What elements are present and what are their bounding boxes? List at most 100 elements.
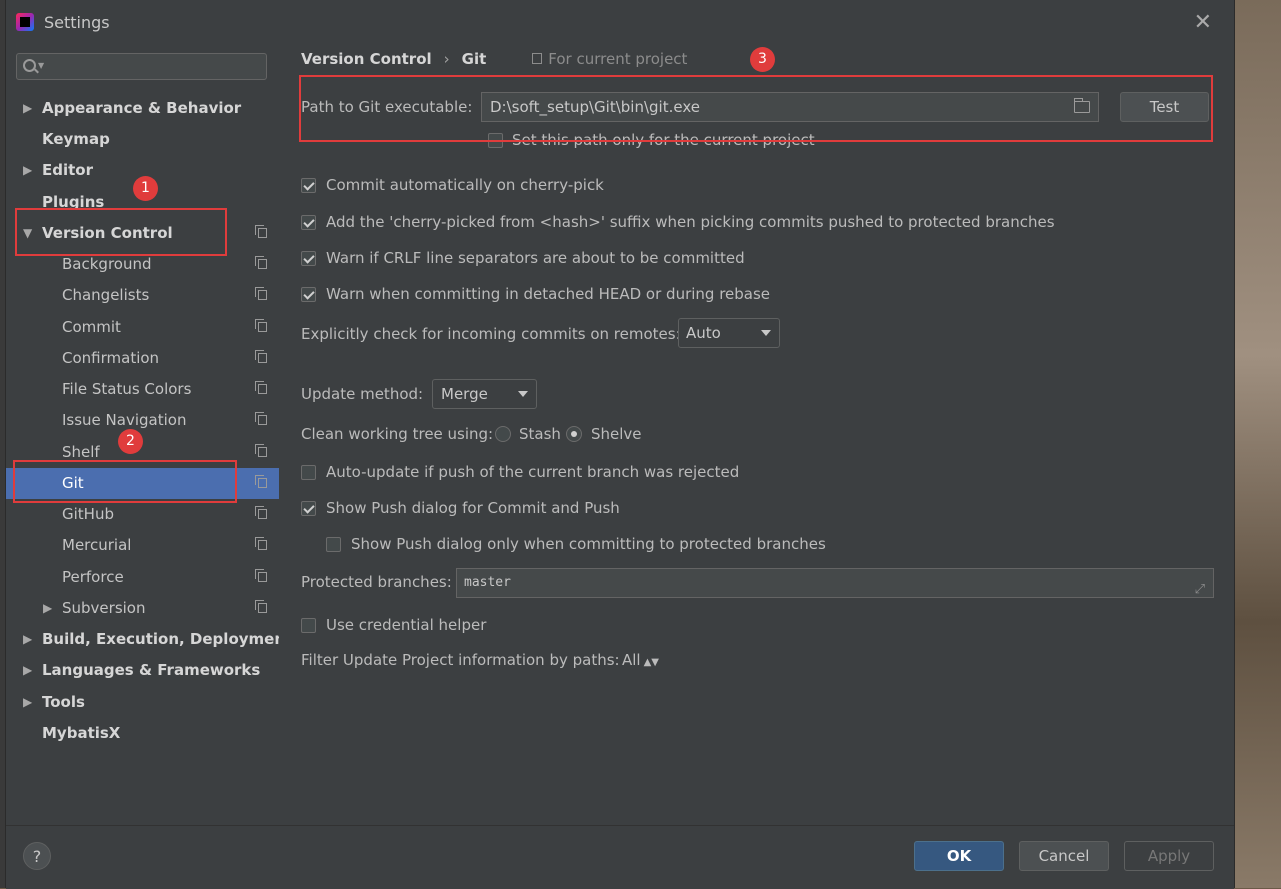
close-icon[interactable]: ✕ xyxy=(1194,10,1212,35)
warn-detached-label: Warn when committing in detached HEAD or… xyxy=(326,285,771,303)
sidebar-item-version-control[interactable]: ▼ Version Control xyxy=(6,218,279,249)
incoming-commits-value: Auto xyxy=(686,324,721,342)
sidebar-item-mercurial[interactable]: Mercurial xyxy=(6,530,279,561)
expand-arrow-icon[interactable]: ▶ xyxy=(23,687,32,718)
path-only-project-label: Set this path only for the current proje… xyxy=(512,131,815,149)
clean-tree-label: Clean working tree using: xyxy=(301,425,494,443)
test-button[interactable]: Test xyxy=(1120,92,1209,122)
warn-crlf-label: Warn if CRLF line separators are about t… xyxy=(326,249,745,267)
sidebar-item-tools[interactable]: ▶ Tools xyxy=(6,687,279,718)
update-method-label: Update method: xyxy=(301,385,424,403)
expand-arrow-icon[interactable]: ▶ xyxy=(23,655,32,686)
sidebar-item-label: MybatisX xyxy=(42,724,121,742)
project-scope-icon xyxy=(255,381,267,394)
intellij-app-icon xyxy=(16,13,34,31)
cancel-button[interactable]: Cancel xyxy=(1019,841,1109,871)
filter-paths-label: Filter Update Project information by pat… xyxy=(301,651,620,669)
sidebar-item-appearance[interactable]: ▶ Appearance & Behavior xyxy=(6,93,279,124)
project-scope-icon xyxy=(255,287,267,300)
project-scope-icon xyxy=(255,350,267,363)
sidebar-item-build[interactable]: ▶ Build, Execution, Deployment xyxy=(6,624,292,655)
sidebar-item-perforce[interactable]: Perforce xyxy=(6,562,279,593)
sidebar-item-label: Keymap xyxy=(42,130,110,148)
show-push-protected-checkbox[interactable] xyxy=(326,537,341,552)
sidebar-item-label: Shelf xyxy=(62,443,100,461)
show-push-checkbox[interactable] xyxy=(301,501,316,516)
help-button[interactable]: ? xyxy=(23,842,51,870)
stash-radio[interactable] xyxy=(495,426,511,442)
desktop-background xyxy=(1233,0,1281,888)
project-scope-icon xyxy=(255,600,267,613)
project-scope-icon xyxy=(255,506,267,519)
sort-updown-icon: ▲▼ xyxy=(643,657,659,668)
commit-auto-label: Commit automatically on cherry-pick xyxy=(326,176,604,194)
sidebar-item-label: Languages & Frameworks xyxy=(42,661,261,679)
sidebar-item-label: Tools xyxy=(42,693,85,711)
cherry-suffix-checkbox[interactable] xyxy=(301,215,316,230)
sidebar-item-git[interactable]: Git xyxy=(6,468,279,499)
sidebar-item-changelists[interactable]: Changelists xyxy=(6,280,279,311)
sidebar-item-confirmation[interactable]: Confirmation xyxy=(6,343,279,374)
ok-button[interactable]: OK xyxy=(914,841,1004,871)
commit-auto-checkbox[interactable] xyxy=(301,178,316,193)
expand-arrow-icon[interactable]: ▶ xyxy=(23,624,32,655)
sidebar-item-languages[interactable]: ▶ Languages & Frameworks xyxy=(6,655,279,686)
search-input[interactable]: ▼ xyxy=(16,53,267,80)
scope-label: For current project xyxy=(548,50,688,68)
sidebar-item-file-status-colors[interactable]: File Status Colors xyxy=(6,374,279,405)
sidebar-item-issue-navigation[interactable]: Issue Navigation xyxy=(6,405,279,436)
project-scope-icon xyxy=(255,475,267,488)
folder-icon[interactable] xyxy=(1074,98,1090,113)
chevron-down-icon: ▼ xyxy=(38,61,45,70)
expand-arrow-icon[interactable]: ▶ xyxy=(43,593,52,624)
sidebar-item-keymap[interactable]: Keymap xyxy=(6,124,279,155)
sidebar-item-commit[interactable]: Commit xyxy=(6,312,279,343)
warn-crlf-checkbox[interactable] xyxy=(301,251,316,266)
annotation-badge-3: 3 xyxy=(750,47,775,72)
filter-paths-select[interactable]: All ▲▼ xyxy=(622,651,659,669)
expand-arrow-icon[interactable]: ▶ xyxy=(23,93,32,124)
project-scope-icon xyxy=(255,412,267,425)
warn-detached-checkbox[interactable] xyxy=(301,287,316,302)
path-only-project-checkbox[interactable] xyxy=(488,133,503,148)
project-scope-icon xyxy=(255,444,267,457)
sidebar-item-github[interactable]: GitHub xyxy=(6,499,279,530)
breadcrumb: Version Control › Git For current project xyxy=(301,50,687,68)
project-scope-icon xyxy=(255,537,267,550)
filter-paths-value: All xyxy=(622,651,641,669)
breadcrumb-parent[interactable]: Version Control xyxy=(301,50,432,68)
show-push-label: Show Push dialog for Commit and Push xyxy=(326,499,620,517)
shelve-label: Shelve xyxy=(591,425,642,443)
protected-branches-value: master xyxy=(464,575,511,590)
sidebar-item-label: Appearance & Behavior xyxy=(42,99,242,117)
annotation-badge-2: 2 xyxy=(118,429,143,454)
sidebar-item-label: Git xyxy=(62,474,84,492)
shelve-radio[interactable] xyxy=(566,426,582,442)
git-path-input[interactable]: D:\soft_setup\Git\bin\git.exe xyxy=(481,92,1099,122)
stash-label: Stash xyxy=(519,425,561,443)
apply-button[interactable]: Apply xyxy=(1124,841,1214,871)
sidebar-item-background[interactable]: Background xyxy=(6,249,279,280)
project-scope-icon xyxy=(532,53,543,64)
sidebar-item-label: Plugins xyxy=(42,193,105,211)
sidebar-item-subversion[interactable]: ▶ Subversion xyxy=(6,593,279,624)
auto-update-checkbox[interactable] xyxy=(301,465,316,480)
settings-sidebar: ▼ ▶ Appearance & Behavior Keymap ▶ Edito… xyxy=(6,44,292,825)
incoming-commits-select[interactable]: Auto xyxy=(678,318,780,348)
expand-arrow-icon[interactable]: ▶ xyxy=(23,155,32,186)
sidebar-item-label: File Status Colors xyxy=(62,380,192,398)
auto-update-label: Auto-update if push of the current branc… xyxy=(326,463,740,481)
expand-icon[interactable]: ⤢ xyxy=(1195,576,1205,604)
sidebar-item-label: Editor xyxy=(42,161,93,179)
sidebar-item-label: GitHub xyxy=(62,505,114,523)
update-method-select[interactable]: Merge xyxy=(432,379,537,409)
git-path-value: D:\soft_setup\Git\bin\git.exe xyxy=(490,98,700,116)
breadcrumb-current: Git xyxy=(461,50,487,68)
settings-content: Version Control › Git For current project 3… xyxy=(279,44,1234,825)
protected-branches-input[interactable]: master ⤢ xyxy=(456,568,1214,598)
credential-helper-checkbox[interactable] xyxy=(301,618,316,633)
collapse-arrow-icon[interactable]: ▼ xyxy=(23,218,32,249)
project-scope-icon xyxy=(255,569,267,582)
sidebar-item-mybatisx[interactable]: MybatisX xyxy=(6,718,279,749)
chevron-down-icon xyxy=(761,330,771,336)
